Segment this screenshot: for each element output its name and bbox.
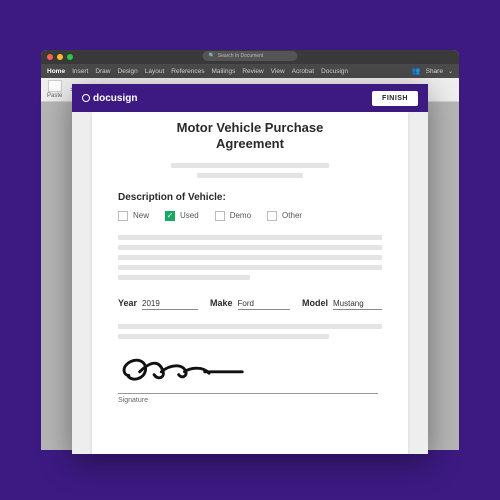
- placeholder-text: [171, 163, 329, 168]
- placeholder-text: [118, 255, 382, 260]
- year-value: 2019: [142, 299, 198, 310]
- checkbox-used[interactable]: ✓ Used: [165, 211, 199, 221]
- placeholder-text: [118, 275, 250, 280]
- placeholder-text: [118, 265, 382, 270]
- checkbox-other-label: Other: [282, 211, 302, 220]
- docusign-logo-icon: [82, 94, 90, 102]
- share-icon: [412, 67, 421, 75]
- field-make[interactable]: Make Ford: [210, 298, 290, 310]
- docusign-header: docusign FINISH: [72, 84, 428, 112]
- placeholder-text: [118, 334, 329, 339]
- vehicle-condition-group: New ✓ Used Demo Other: [118, 211, 382, 221]
- tab-design[interactable]: Design: [118, 68, 138, 75]
- document-title: Motor Vehicle Purchase Agreement: [118, 120, 382, 153]
- search-icon: 🔍: [209, 53, 215, 59]
- tab-review[interactable]: Review: [242, 68, 263, 75]
- docusign-brand-text: docusign: [93, 93, 137, 104]
- tab-home[interactable]: Home: [47, 68, 65, 75]
- checkbox-demo-label: Demo: [230, 211, 251, 220]
- search-placeholder: Search In Document: [218, 53, 264, 59]
- tab-insert[interactable]: Insert: [72, 68, 88, 75]
- tab-acrobat[interactable]: Acrobat: [292, 68, 314, 75]
- checkbox-icon: [267, 211, 277, 221]
- tab-references[interactable]: References: [171, 68, 204, 75]
- signature-line: [118, 393, 378, 394]
- finish-button[interactable]: FINISH: [372, 91, 418, 106]
- tab-docusign[interactable]: Docusign: [321, 68, 348, 75]
- model-value: Mustang: [333, 299, 382, 310]
- paste-button[interactable]: Paste: [47, 80, 62, 99]
- model-label: Model: [302, 298, 328, 308]
- vehicle-fields-row: Year 2019 Make Ford Model Mustang: [118, 298, 382, 310]
- docusign-logo: docusign: [82, 93, 137, 104]
- chevron-down-icon[interactable]: ⌄: [448, 68, 453, 75]
- window-close-icon[interactable]: [47, 54, 53, 60]
- checkbox-used-label: Used: [180, 211, 199, 220]
- checkbox-checked-icon: ✓: [165, 211, 175, 221]
- make-label: Make: [210, 298, 233, 308]
- tab-view[interactable]: View: [271, 68, 285, 75]
- checkbox-other[interactable]: Other: [267, 211, 302, 221]
- placeholder-text: [118, 235, 382, 240]
- signature-block[interactable]: Signature: [118, 349, 382, 404]
- search-input[interactable]: 🔍 Search In Document: [203, 51, 298, 61]
- tab-mailings[interactable]: Mailings: [212, 68, 236, 75]
- field-year[interactable]: Year 2019: [118, 298, 198, 310]
- docusign-body: Motor Vehicle Purchase Agreement Descrip…: [72, 112, 428, 454]
- checkbox-icon: [118, 211, 128, 221]
- share-button[interactable]: Share: [426, 68, 443, 75]
- checkbox-demo[interactable]: Demo: [215, 211, 251, 221]
- section-vehicle-label: Description of Vehicle:: [118, 192, 382, 203]
- year-label: Year: [118, 298, 137, 308]
- document-title-line1: Motor Vehicle Purchase: [118, 120, 382, 136]
- tab-draw[interactable]: Draw: [95, 68, 110, 75]
- docusign-modal: docusign FINISH Motor Vehicle Purchase A…: [72, 84, 428, 454]
- clipboard-icon: [48, 80, 62, 92]
- placeholder-text: [197, 173, 303, 178]
- paste-label: Paste: [47, 93, 62, 99]
- document-title-line2: Agreement: [118, 136, 382, 152]
- tab-layout[interactable]: Layout: [145, 68, 165, 75]
- window-minimize-icon[interactable]: [57, 54, 63, 60]
- checkbox-icon: [215, 211, 225, 221]
- placeholder-text: [118, 245, 382, 250]
- make-value: Ford: [238, 299, 290, 310]
- field-model[interactable]: Model Mustang: [302, 298, 382, 310]
- checkbox-new[interactable]: New: [118, 211, 149, 221]
- placeholder-text: [118, 324, 382, 329]
- checkbox-new-label: New: [133, 211, 149, 220]
- ribbon-tabs: 🔍 Search In Document Home Insert Draw De…: [41, 64, 459, 78]
- signature-caption: Signature: [118, 397, 382, 404]
- window-zoom-icon[interactable]: [67, 54, 73, 60]
- document-page: Motor Vehicle Purchase Agreement Descrip…: [92, 112, 408, 454]
- signature-icon: [118, 349, 248, 391]
